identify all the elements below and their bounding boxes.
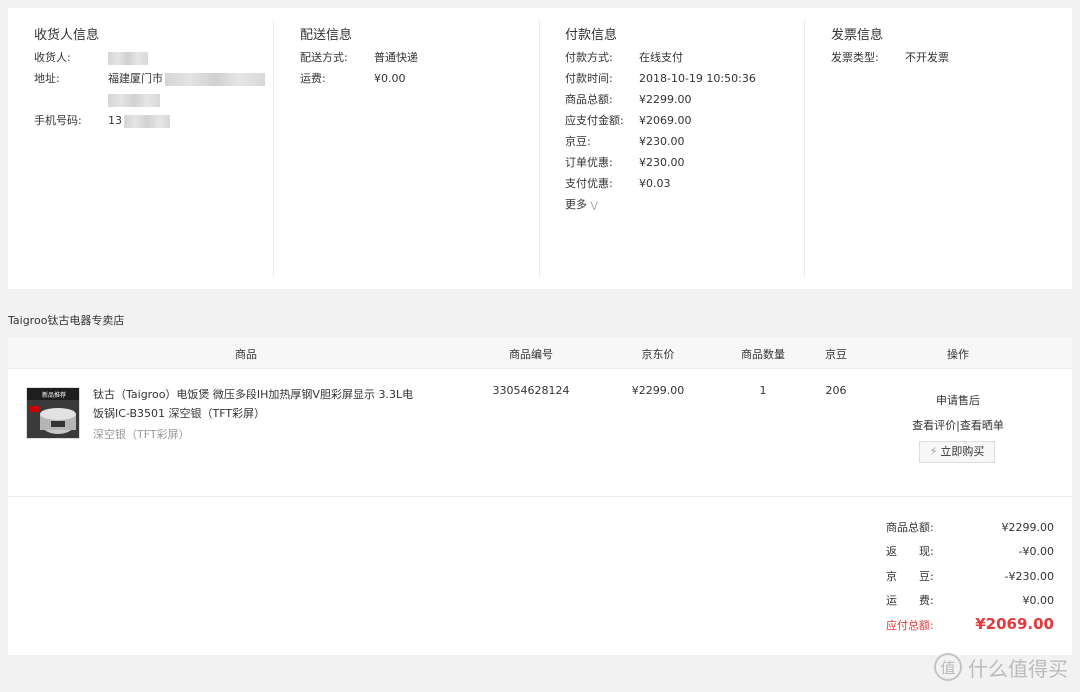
receiver-row: 收货人:: [34, 50, 264, 66]
payment-row: 应支付金额: ¥2069.00: [565, 113, 795, 129]
payment-row-value: ¥2299.00: [639, 93, 692, 106]
payment-row-label: 付款方式:: [565, 51, 613, 64]
summary-row-value: -¥230.00: [1004, 570, 1054, 583]
phone-value: 13: [108, 113, 170, 129]
invoice-type-label: 发票类型:: [831, 51, 879, 64]
column-header-product: 商品: [235, 348, 257, 361]
summary-row-label: 运 费:: [886, 594, 934, 607]
delivery-fee-value: ¥0.00: [374, 72, 406, 85]
payment-title: 付款信息: [565, 28, 618, 43]
rice-cooker-image: 新品推荐: [27, 388, 79, 438]
payment-row-label: 商品总额:: [565, 93, 613, 106]
product-spec: 深空银（TFT彩屏）: [93, 428, 190, 441]
view-show-link[interactable]: 查看晒单: [960, 419, 1004, 432]
summary-row-label: 京 豆:: [886, 570, 934, 583]
column-header-price: 京东价: [641, 348, 675, 361]
phone-prefix: 13: [108, 114, 122, 127]
invoice-info: 发票信息 发票类型: 不开发票: [805, 8, 1072, 289]
payment-row-value: 在线支付: [639, 51, 683, 64]
payment-row-value: ¥230.00: [639, 156, 685, 169]
column-header-actions: 操作: [947, 348, 969, 361]
delivery-title: 配送信息: [300, 28, 353, 43]
payment-row-value: ¥2069.00: [639, 114, 692, 127]
invoice-title: 发票信息: [831, 28, 884, 43]
product-beans: 206: [825, 384, 847, 397]
after-sale-link[interactable]: 申请售后: [918, 392, 998, 408]
payment-row-label: 京豆:: [565, 135, 591, 148]
review-links: 查看评价|查看晒单: [908, 417, 1008, 433]
payment-row: 支付优惠: ¥0.03: [565, 176, 795, 192]
product-price: ¥2299.00: [631, 384, 685, 397]
payment-row: 商品总额: ¥2299.00: [565, 92, 795, 108]
shop-name[interactable]: Taigroo钛古电器专卖店: [8, 312, 124, 328]
address-row: 地址: 福建厦门市: [34, 71, 274, 87]
site-watermark: 值 什么值得买: [934, 650, 1068, 684]
product-thumbnail[interactable]: 新品推荐: [26, 387, 80, 439]
product-quantity: 1: [759, 384, 767, 397]
total-label: 应付总额:: [886, 619, 934, 632]
summary-row: 返 现: -¥0.00: [878, 544, 1058, 560]
order-items-panel: 商品 商品编号 京东价 商品数量 京豆 操作 新品推荐 钛古（Taigroo）电…: [8, 337, 1072, 655]
payment-row-label: 订单优惠:: [565, 156, 613, 169]
buy-now-button[interactable]: ⚡︎ 立即购买: [919, 441, 995, 463]
watermark-logo-icon: 值: [934, 653, 962, 681]
total-amount: ¥2069.00: [975, 615, 1054, 633]
column-header-beans: 京豆: [825, 348, 847, 361]
product-title-link[interactable]: 钛古（Taigroo）电饭煲 微压多段IH加热厚钢V胆彩屏显示 3.3L电饭锅I…: [93, 385, 423, 423]
table-header: 商品 商品编号 京东价 商品数量 京豆 操作: [8, 337, 1072, 369]
address-line2-redacted: [108, 92, 160, 108]
summary-row-value: ¥2299.00: [1001, 521, 1055, 534]
delivery-method-label: 配送方式:: [300, 51, 348, 64]
column-header-quantity: 商品数量: [741, 348, 785, 361]
section-divider: [8, 496, 1072, 497]
chevron-down-icon: ⋁: [590, 201, 598, 211]
delivery-fee-label: 运费:: [300, 72, 326, 85]
view-review-link[interactable]: 查看评价: [912, 419, 956, 432]
receiver-label: 收货人:: [34, 51, 71, 64]
address-label: 地址:: [34, 72, 60, 85]
consignee-info: 收货人信息 收货人: 地址: 福建厦门市 手机号码: 13: [8, 8, 274, 289]
payment-row: 付款方式: 在线支付: [565, 50, 795, 66]
payment-row: 京豆: ¥230.00: [565, 134, 795, 150]
more-payment-link[interactable]: 更多 ⋁: [565, 196, 598, 212]
delivery-method-value: 普通快递: [374, 51, 418, 64]
receiver-value-redacted: [108, 50, 148, 66]
payment-row-label: 支付优惠:: [565, 177, 613, 190]
summary-row: 京 豆: -¥230.00: [878, 569, 1058, 585]
summary-row-value: ¥0.00: [1022, 594, 1055, 607]
delivery-fee-row: 运费: ¥0.00: [300, 71, 520, 87]
payment-row-value: 2018-10-19 10:50:36: [639, 72, 756, 85]
delivery-method-row: 配送方式: 普通快递: [300, 50, 520, 66]
payment-row: 订单优惠: ¥230.00: [565, 155, 795, 171]
payment-row-value: ¥0.03: [639, 177, 671, 190]
buy-now-label: 立即购买: [940, 445, 985, 458]
payment-row-value: ¥230.00: [639, 135, 685, 148]
phone-row: 手机号码: 13: [34, 113, 264, 129]
product-image-label: 新品推荐: [42, 391, 66, 399]
product-sku: 33054628124: [492, 384, 570, 397]
payment-row-label: 应支付金额:: [565, 114, 624, 127]
watermark-text: 什么值得买: [968, 656, 1068, 681]
summary-row: 商品总额: ¥2299.00: [878, 520, 1058, 536]
order-info-panel: 收货人信息 收货人: 地址: 福建厦门市 手机号码: 13 配送信息 配送方式:…: [8, 8, 1072, 289]
lightning-icon: ⚡︎: [929, 445, 938, 458]
total-row: 应付总额: ¥2069.00: [878, 615, 1058, 634]
payment-info: 付款信息 付款方式: 在线支付 付款时间: 2018-10-19 10:50:3…: [540, 8, 805, 289]
address-city: 福建厦门市: [108, 72, 163, 85]
summary-row: 运 费: ¥0.00: [878, 593, 1058, 609]
summary-row-value: -¥0.00: [1018, 545, 1054, 558]
payment-row: 付款时间: 2018-10-19 10:50:36: [565, 71, 795, 87]
invoice-type-value: 不开发票: [905, 51, 949, 64]
summary-row-label: 商品总额:: [886, 521, 934, 534]
delivery-info: 配送信息 配送方式: 普通快递 运费: ¥0.00: [274, 8, 540, 289]
consignee-title: 收货人信息: [34, 28, 100, 43]
payment-row-label: 付款时间:: [565, 72, 613, 85]
phone-label: 手机号码:: [34, 114, 82, 127]
more-label: 更多: [565, 198, 587, 211]
address-value: 福建厦门市: [108, 71, 265, 87]
invoice-type-row: 发票类型: 不开发票: [831, 50, 1031, 66]
column-header-sku: 商品编号: [509, 348, 553, 361]
summary-row-label: 返 现:: [886, 545, 934, 558]
